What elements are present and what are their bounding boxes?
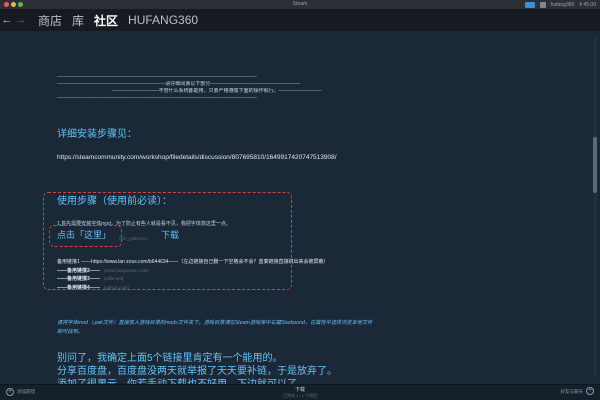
divider-line: ----------------------------------------… bbox=[57, 74, 257, 80]
avatar[interactable] bbox=[539, 1, 546, 8]
notification-icon[interactable] bbox=[524, 1, 535, 8]
friends-chat-button[interactable]: 好友与聊天 + bbox=[560, 387, 594, 395]
steam-nav-bar: ← → 商店 库 社区 HUFANG360 bbox=[0, 9, 600, 31]
back-arrow-icon[interactable]: ← bbox=[0, 14, 14, 26]
nav-library[interactable]: 库 bbox=[72, 12, 84, 29]
install-guide-link[interactable]: https://steamcommunity.com/workshop/file… bbox=[57, 152, 377, 163]
nav-profile[interactable]: HUFANG360 bbox=[128, 13, 198, 27]
bottom-status-bar: + 添加游戏 下载 已完成 1 / 1 个项目 好友与聊天 + bbox=[0, 384, 600, 400]
notice-line: ----------------------------------------… bbox=[57, 81, 301, 87]
install-instructions-paragraph: 请将字体mod（.pak文件）直接放入游戏目录的mods文件夹下。游戏目录请在S… bbox=[57, 320, 373, 335]
friends-plus-icon: + bbox=[586, 387, 594, 395]
username-label[interactable]: hufang360 bbox=[551, 2, 575, 8]
warning-line: ----------------------------不管什么系统都能用，只要… bbox=[112, 88, 322, 94]
highlight-box-click-here bbox=[49, 225, 122, 247]
scrollbar-thumb[interactable] bbox=[593, 137, 597, 193]
window-title: Steam bbox=[292, 1, 308, 7]
page-content[interactable]: ----------------------------------------… bbox=[0, 31, 600, 384]
vertical-scrollbar[interactable] bbox=[593, 37, 597, 377]
nav-store[interactable]: 商店 bbox=[38, 12, 62, 29]
window-titlebar: Steam hufang360 ¥ 45.00 bbox=[0, 0, 600, 9]
forward-arrow-icon[interactable]: → bbox=[14, 14, 28, 26]
downloads-button[interactable]: 下载 已完成 1 / 1 个项目 bbox=[0, 387, 600, 399]
downloads-status: 已完成 1 / 1 个项目 bbox=[282, 393, 317, 398]
wallet-balance: ¥ 45.00 bbox=[579, 1, 596, 8]
install-heading: 详细安装步骤见： bbox=[57, 129, 137, 140]
friends-chat-label: 好友与聊天 bbox=[560, 388, 584, 394]
closing-line-3: 添加了很果元，你若手动下载也不好用，下边就可以了 bbox=[57, 375, 297, 384]
nav-community[interactable]: 社区 bbox=[94, 12, 118, 29]
divider-line: ----------------------------------------… bbox=[57, 95, 257, 101]
